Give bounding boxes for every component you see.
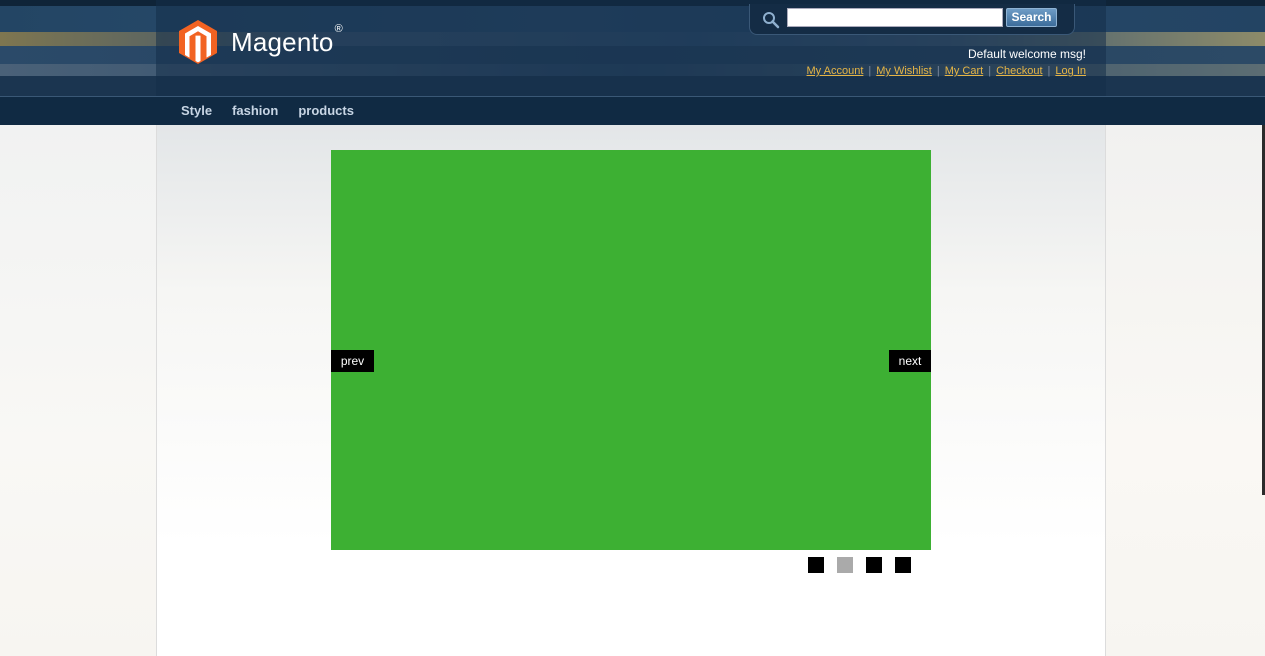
- link-separator: |: [936, 65, 940, 77]
- nav-item-fashion[interactable]: fashion: [222, 103, 288, 118]
- slider-prev-button[interactable]: prev: [331, 350, 374, 372]
- slider-next-button[interactable]: next: [889, 350, 931, 372]
- search-form: Search: [749, 4, 1075, 35]
- checkout-link[interactable]: Checkout: [996, 65, 1042, 77]
- nav-item-products[interactable]: products: [288, 103, 364, 118]
- link-separator: |: [1047, 65, 1051, 77]
- brand-name: Magento: [231, 26, 334, 57]
- magento-logo-icon: [179, 20, 217, 64]
- link-separator: |: [988, 65, 992, 77]
- slider-pager-dot[interactable]: [895, 557, 911, 573]
- search-input[interactable]: [787, 8, 1003, 27]
- my-cart-link[interactable]: My Cart: [945, 65, 984, 77]
- logo-wordmark: Magento®: [231, 23, 343, 58]
- slider-pager-dot[interactable]: [866, 557, 882, 573]
- log-in-link[interactable]: Log In: [1055, 65, 1086, 77]
- my-account-link[interactable]: My Account: [807, 65, 864, 77]
- slider-pager: [808, 557, 924, 573]
- slider-pager-dot[interactable]: [837, 557, 853, 573]
- page-background-right: [1106, 125, 1265, 656]
- welcome-message: Default welcome msg!: [967, 47, 1086, 61]
- link-separator: |: [868, 65, 872, 77]
- main-nav: Style fashion products: [171, 103, 364, 118]
- top-links: My Account | My Wishlist | My Cart | Checkout |…: [807, 65, 1086, 77]
- registered-mark: ®: [334, 22, 343, 35]
- search-button[interactable]: Search: [1006, 8, 1057, 27]
- slider-pager-dot[interactable]: [808, 557, 824, 573]
- nav-item-style[interactable]: Style: [171, 103, 222, 118]
- search-icon: [763, 12, 780, 29]
- image-slider[interactable]: prev next: [331, 150, 931, 550]
- page-background-left: [0, 125, 156, 656]
- site-logo[interactable]: Magento®: [178, 19, 343, 65]
- my-wishlist-link[interactable]: My Wishlist: [876, 65, 932, 77]
